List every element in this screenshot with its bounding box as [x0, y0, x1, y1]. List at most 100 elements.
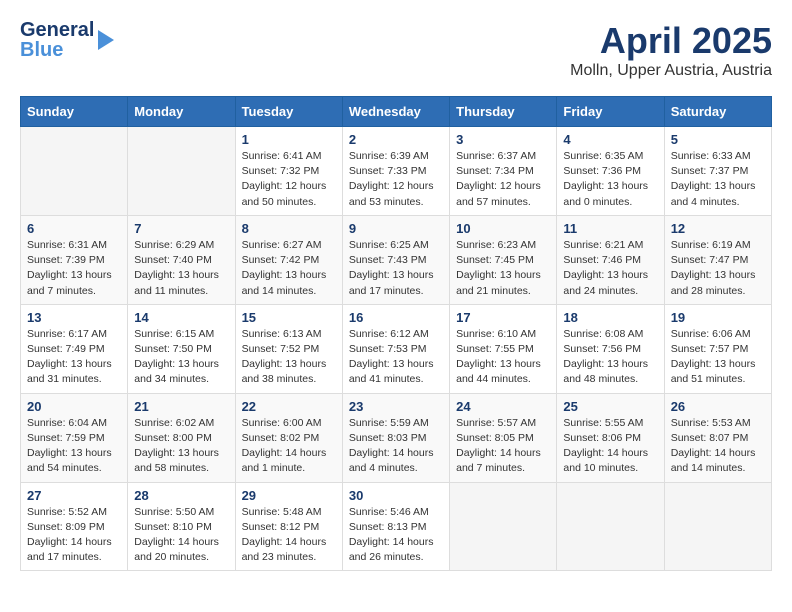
- day-header-tuesday: Tuesday: [235, 97, 342, 127]
- calendar-table: SundayMondayTuesdayWednesdayThursdayFrid…: [20, 96, 772, 571]
- day-info: Sunrise: 6:33 AM Sunset: 7:37 PM Dayligh…: [671, 149, 765, 210]
- calendar-cell: 23Sunrise: 5:59 AM Sunset: 8:03 PM Dayli…: [342, 393, 449, 482]
- calendar-cell: 24 Sunrise: 5:57 AM Sunset: 8:05 PM Dayli…: [450, 393, 557, 482]
- day-info: Sunrise: 6:21 AM Sunset: 7:46 PM Dayligh…: [563, 238, 657, 299]
- day-number: 2: [349, 132, 443, 147]
- day-info: Sunrise: 5:57 AM Sunset: 8:05 PM Dayligh…: [456, 416, 550, 477]
- day-info: Sunrise: 5:52 AM Sunset: 8:09 PM Dayligh…: [27, 505, 121, 566]
- calendar-cell: 7 Sunrise: 6:29 AM Sunset: 7:40 PM Daylig…: [128, 215, 235, 304]
- day-info: Sunrise: 6:29 AM Sunset: 7:40 PM Dayligh…: [134, 238, 228, 299]
- day-number: 29: [242, 488, 336, 503]
- calendar-cell: 16 Sunrise: 6:12 AM Sunset: 7:53 PM Dayli…: [342, 304, 449, 393]
- day-number: 8: [242, 221, 336, 236]
- day-info: Sunrise: 5:55 AM Sunset: 8:06 PM Dayligh…: [563, 416, 657, 477]
- calendar-cell: [128, 127, 235, 216]
- calendar-cell: [450, 482, 557, 571]
- day-info: Sunrise: 6:04 AM Sunset: 7:59 PM Dayligh…: [27, 416, 121, 477]
- calendar-cell: 15 Sunrise: 6:13 AM Sunset: 7:52 PM Dayli…: [235, 304, 342, 393]
- day-info: Sunrise: 6:37 AM Sunset: 7:34 PM Dayligh…: [456, 149, 550, 210]
- day-info: Sunrise: 6:41 AM Sunset: 7:32 PM Dayligh…: [242, 149, 336, 210]
- logo-blue: Blue: [20, 40, 94, 60]
- day-number: 15: [242, 310, 336, 325]
- month-title: April 2025: [570, 20, 772, 62]
- day-info: Sunrise: 6:35 AM Sunset: 7:36 PM Dayligh…: [563, 149, 657, 210]
- day-number: 21: [134, 399, 228, 414]
- day-info: Sunrise: 5:50 AM Sunset: 8:10 PM Dayligh…: [134, 505, 228, 566]
- page-header: General Blue April 2025 Molln, Upper Aus…: [20, 20, 772, 80]
- calendar-cell: 10 Sunrise: 6:23 AM Sunset: 7:45 PM Dayli…: [450, 215, 557, 304]
- day-info: Sunrise: 6:08 AM Sunset: 7:56 PM Dayligh…: [563, 327, 657, 388]
- calendar-cell: [557, 482, 664, 571]
- location: Molln, Upper Austria, Austria: [570, 62, 772, 80]
- day-info: Sunrise: 6:13 AM Sunset: 7:52 PM Dayligh…: [242, 327, 336, 388]
- calendar-cell: 19 Sunrise: 6:06 AM Sunset: 7:57 PM Dayli…: [664, 304, 771, 393]
- day-number: 26: [671, 399, 765, 414]
- calendar-cell: 12Sunrise: 6:19 AM Sunset: 7:47 PM Dayli…: [664, 215, 771, 304]
- day-info: Sunrise: 5:48 AM Sunset: 8:12 PM Dayligh…: [242, 505, 336, 566]
- calendar-cell: 5 Sunrise: 6:33 AM Sunset: 7:37 PM Daylig…: [664, 127, 771, 216]
- day-number: 13: [27, 310, 121, 325]
- calendar-cell: 27Sunrise: 5:52 AM Sunset: 8:09 PM Dayli…: [21, 482, 128, 571]
- day-info: Sunrise: 6:39 AM Sunset: 7:33 PM Dayligh…: [349, 149, 443, 210]
- calendar-cell: 28 Sunrise: 5:50 AM Sunset: 8:10 PM Dayli…: [128, 482, 235, 571]
- title-block: April 2025 Molln, Upper Austria, Austria: [570, 20, 772, 80]
- day-number: 18: [563, 310, 657, 325]
- day-number: 23: [349, 399, 443, 414]
- calendar-cell: 14 Sunrise: 6:15 AM Sunset: 7:50 PM Dayli…: [128, 304, 235, 393]
- day-header-wednesday: Wednesday: [342, 97, 449, 127]
- day-header-monday: Monday: [128, 97, 235, 127]
- day-header-thursday: Thursday: [450, 97, 557, 127]
- day-info: Sunrise: 6:25 AM Sunset: 7:43 PM Dayligh…: [349, 238, 443, 299]
- day-info: Sunrise: 6:06 AM Sunset: 7:57 PM Dayligh…: [671, 327, 765, 388]
- day-number: 3: [456, 132, 550, 147]
- day-number: 14: [134, 310, 228, 325]
- day-number: 6: [27, 221, 121, 236]
- logo-arrow-icon: [98, 30, 114, 50]
- day-number: 10: [456, 221, 550, 236]
- calendar-cell: 20 Sunrise: 6:04 AM Sunset: 7:59 PM Dayli…: [21, 393, 128, 482]
- day-number: 24: [456, 399, 550, 414]
- day-info: Sunrise: 6:15 AM Sunset: 7:50 PM Dayligh…: [134, 327, 228, 388]
- calendar-cell: 2 Sunrise: 6:39 AM Sunset: 7:33 PM Daylig…: [342, 127, 449, 216]
- day-number: 9: [349, 221, 443, 236]
- day-number: 1: [242, 132, 336, 147]
- day-number: 25: [563, 399, 657, 414]
- day-number: 19: [671, 310, 765, 325]
- day-header-sunday: Sunday: [21, 97, 128, 127]
- day-info: Sunrise: 6:23 AM Sunset: 7:45 PM Dayligh…: [456, 238, 550, 299]
- day-info: Sunrise: 6:12 AM Sunset: 7:53 PM Dayligh…: [349, 327, 443, 388]
- day-number: 16: [349, 310, 443, 325]
- calendar-cell: 26 Sunrise: 5:53 AM Sunset: 8:07 PM Dayli…: [664, 393, 771, 482]
- calendar-cell: 3 Sunrise: 6:37 AM Sunset: 7:34 PM Daylig…: [450, 127, 557, 216]
- calendar-cell: 13 Sunrise: 6:17 AM Sunset: 7:49 PM Dayli…: [21, 304, 128, 393]
- calendar-cell: 30Sunrise: 5:46 AM Sunset: 8:13 PM Dayli…: [342, 482, 449, 571]
- logo: General Blue: [20, 20, 114, 60]
- day-number: 7: [134, 221, 228, 236]
- day-number: 28: [134, 488, 228, 503]
- day-number: 30: [349, 488, 443, 503]
- day-number: 20: [27, 399, 121, 414]
- day-number: 5: [671, 132, 765, 147]
- calendar-week-1: 1 Sunrise: 6:41 AM Sunset: 7:32 PM Daylig…: [21, 127, 772, 216]
- calendar-cell: 6 Sunrise: 6:31 AM Sunset: 7:39 PM Daylig…: [21, 215, 128, 304]
- calendar-cell: 4Sunrise: 6:35 AM Sunset: 7:36 PM Daylig…: [557, 127, 664, 216]
- day-info: Sunrise: 6:00 AM Sunset: 8:02 PM Dayligh…: [242, 416, 336, 477]
- calendar-week-3: 13 Sunrise: 6:17 AM Sunset: 7:49 PM Dayli…: [21, 304, 772, 393]
- calendar-cell: 29 Sunrise: 5:48 AM Sunset: 8:12 PM Dayli…: [235, 482, 342, 571]
- day-header-saturday: Saturday: [664, 97, 771, 127]
- calendar-cell: 25 Sunrise: 5:55 AM Sunset: 8:06 PM Dayli…: [557, 393, 664, 482]
- calendar-week-4: 20 Sunrise: 6:04 AM Sunset: 7:59 PM Dayli…: [21, 393, 772, 482]
- calendar-cell: 8Sunrise: 6:27 AM Sunset: 7:42 PM Daylig…: [235, 215, 342, 304]
- day-info: Sunrise: 6:17 AM Sunset: 7:49 PM Dayligh…: [27, 327, 121, 388]
- calendar-cell: 9 Sunrise: 6:25 AM Sunset: 7:43 PM Daylig…: [342, 215, 449, 304]
- day-info: Sunrise: 6:31 AM Sunset: 7:39 PM Dayligh…: [27, 238, 121, 299]
- day-number: 12: [671, 221, 765, 236]
- calendar-week-2: 6 Sunrise: 6:31 AM Sunset: 7:39 PM Daylig…: [21, 215, 772, 304]
- calendar-header-row: SundayMondayTuesdayWednesdayThursdayFrid…: [21, 97, 772, 127]
- day-info: Sunrise: 5:53 AM Sunset: 8:07 PM Dayligh…: [671, 416, 765, 477]
- logo-general: General: [20, 20, 94, 40]
- calendar-cell: 11Sunrise: 6:21 AM Sunset: 7:46 PM Dayli…: [557, 215, 664, 304]
- calendar-cell: [664, 482, 771, 571]
- day-info: Sunrise: 6:02 AM Sunset: 8:00 PM Dayligh…: [134, 416, 228, 477]
- calendar-cell: 21 Sunrise: 6:02 AM Sunset: 8:00 PM Dayli…: [128, 393, 235, 482]
